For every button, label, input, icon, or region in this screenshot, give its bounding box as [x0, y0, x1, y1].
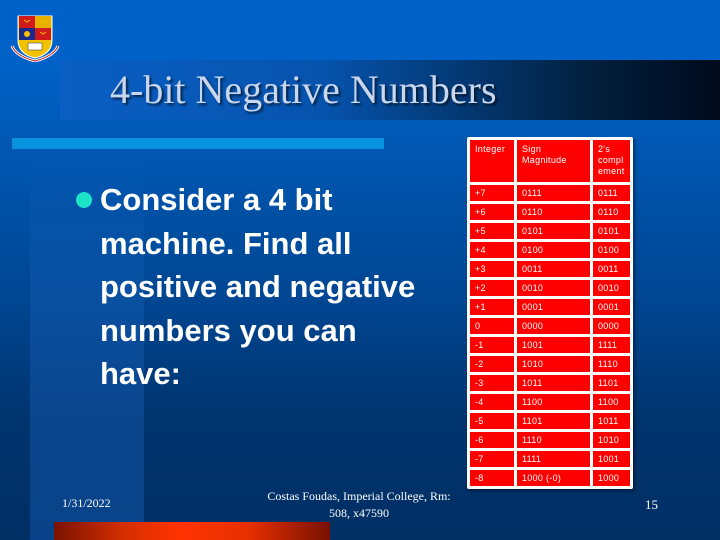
footer-author: Costas Foudas, Imperial College, Rm: 508… — [250, 488, 468, 522]
imperial-college-crest-icon — [10, 10, 60, 63]
table-row: +3 0011 0011 — [470, 261, 630, 277]
table-row: -3 1011 1101 — [470, 375, 630, 391]
cell-sign-magnitude: 1010 — [517, 356, 590, 372]
cell-sign-magnitude: 1101 — [517, 413, 590, 429]
cell-twos-complement: 0000 — [593, 318, 630, 334]
footer-author-line1: Costas Foudas, Imperial College, Rm: — [267, 489, 451, 503]
cell-twos-complement: 0011 — [593, 261, 630, 277]
table-row: 0 0000 0000 — [470, 318, 630, 334]
cell-twos-complement: 1101 — [593, 375, 630, 391]
cell-twos-complement: 1111 — [593, 337, 630, 353]
cell-sign-magnitude: 0010 — [517, 280, 590, 296]
cell-integer: +6 — [470, 204, 514, 220]
cell-sign-magnitude: 0100 — [517, 242, 590, 258]
cell-sign-magnitude: 0001 — [517, 299, 590, 315]
cell-twos-complement: 1001 — [593, 451, 630, 467]
cell-sign-magnitude: 1110 — [517, 432, 590, 448]
cell-twos-complement: 1011 — [593, 413, 630, 429]
number-table: Integer Sign Magnitude 2's compl ement +… — [467, 137, 633, 489]
footer-date: 1/31/2022 — [62, 496, 111, 510]
cell-twos-complement: 0110 — [593, 204, 630, 220]
cell-twos-complement: 1000 — [593, 470, 630, 486]
cell-integer: -1 — [470, 337, 514, 353]
cell-sign-magnitude: 1100 — [517, 394, 590, 410]
table-row: +4 0100 0100 — [470, 242, 630, 258]
cell-sign-magnitude: 1011 — [517, 375, 590, 391]
cell-sign-magnitude: 0111 — [517, 185, 590, 201]
cell-twos-complement: 0111 — [593, 185, 630, 201]
page-number: 15 — [645, 497, 658, 512]
table-row: -4 1100 1100 — [470, 394, 630, 410]
header-sign-magnitude: Sign Magnitude — [517, 140, 590, 182]
table-row: +1 0001 0001 — [470, 299, 630, 315]
cell-twos-complement: 0010 — [593, 280, 630, 296]
cell-sign-magnitude: 1000 (-0) — [517, 470, 590, 486]
cell-twos-complement: 1100 — [593, 394, 630, 410]
cell-integer: -2 — [470, 356, 514, 372]
table-row: +5 0101 0101 — [470, 223, 630, 239]
accent-bar — [54, 522, 330, 540]
cell-sign-magnitude: 0011 — [517, 261, 590, 277]
cell-sign-magnitude: 1111 — [517, 451, 590, 467]
header-twos-complement: 2's compl ement — [593, 140, 630, 182]
cell-integer: +7 — [470, 185, 514, 201]
cell-integer: -6 — [470, 432, 514, 448]
cell-twos-complement: 0001 — [593, 299, 630, 315]
cell-sign-magnitude: 0000 — [517, 318, 590, 334]
cell-twos-complement: 0101 — [593, 223, 630, 239]
cell-integer: +5 — [470, 223, 514, 239]
cell-twos-complement: 0100 — [593, 242, 630, 258]
table-row: -1 1001 1111 — [470, 337, 630, 353]
cell-integer: -5 — [470, 413, 514, 429]
cell-integer: -8 — [470, 470, 514, 486]
table-row: +6 0110 0110 — [470, 204, 630, 220]
title-rule — [12, 138, 384, 149]
cell-sign-magnitude: 0101 — [517, 223, 590, 239]
cell-sign-magnitude: 1001 — [517, 337, 590, 353]
slide-title: 4-bit Negative Numbers — [110, 67, 497, 112]
cell-integer: +4 — [470, 242, 514, 258]
table-row: +2 0010 0010 — [470, 280, 630, 296]
bullet-dot-icon — [76, 192, 92, 208]
cell-integer: +3 — [470, 261, 514, 277]
table-header-row: Integer Sign Magnitude 2's compl ement — [470, 140, 630, 182]
table-row: -8 1000 (-0) 1000 — [470, 470, 630, 486]
table-row: -2 1010 1110 — [470, 356, 630, 372]
cell-integer: -4 — [470, 394, 514, 410]
cell-integer: -3 — [470, 375, 514, 391]
table-row: -6 1110 1010 — [470, 432, 630, 448]
cell-integer: 0 — [470, 318, 514, 334]
cell-twos-complement: 1110 — [593, 356, 630, 372]
header-integer: Integer — [470, 140, 514, 182]
bullet-text: Consider a 4 bit machine. Find all posit… — [100, 182, 416, 391]
table-row: +7 0111 0111 — [470, 185, 630, 201]
cell-integer: +2 — [470, 280, 514, 296]
cell-twos-complement: 1010 — [593, 432, 630, 448]
table-row: -5 1101 1011 — [470, 413, 630, 429]
cell-sign-magnitude: 0110 — [517, 204, 590, 220]
table-row: -7 1111 1001 — [470, 451, 630, 467]
cell-integer: +1 — [470, 299, 514, 315]
footer-author-line2: 508, x47590 — [329, 506, 389, 520]
cell-integer: -7 — [470, 451, 514, 467]
